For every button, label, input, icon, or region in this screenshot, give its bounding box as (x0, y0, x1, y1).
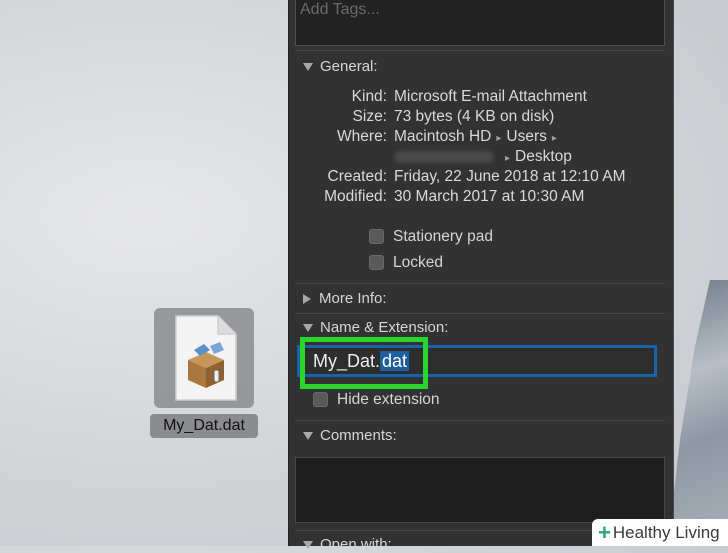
section-more-info-label: More Info: (319, 290, 387, 307)
path-arrow-icon: ▸ (496, 133, 502, 144)
path-volume: Macintosh HD (394, 128, 492, 145)
disclosure-triangle-down-icon (303, 432, 313, 441)
locked-label: Locked (393, 254, 443, 271)
size-label: Size: (352, 108, 387, 125)
section-general-label: General: (320, 58, 378, 75)
section-more-info-toggle[interactable]: More Info: (303, 290, 387, 307)
info-row-created: Created: Friday, 22 June 2018 at 12:10 A… (289, 168, 673, 188)
kind-label: Kind: (351, 88, 387, 105)
modified-value: 30 March 2017 at 10:30 AM (394, 188, 585, 205)
path-arrow-icon: ▸ (505, 153, 511, 164)
watermark-badge: + Healthy Living (592, 519, 728, 546)
kind-value: Microsoft E-mail Attachment (394, 88, 587, 105)
divider (295, 313, 665, 314)
stationery-pad-checkbox[interactable]: Stationery pad (369, 228, 493, 246)
created-value: Friday, 22 June 2018 at 12:10 AM (394, 168, 626, 185)
divider (295, 283, 665, 284)
section-open-with-toggle[interactable]: Open with: (303, 536, 392, 553)
get-info-panel: Add Tags... General: Kind: Microsoft E-m… (288, 0, 674, 553)
divider (295, 420, 665, 421)
section-name-extension-toggle[interactable]: Name & Extension: (303, 319, 448, 336)
disclosure-triangle-right-icon (303, 294, 311, 305)
email-attachment-file-icon (175, 315, 237, 401)
hide-extension-checkbox[interactable]: Hide extension (313, 391, 440, 409)
info-row-where-cont: ▸ Desktop (289, 148, 673, 168)
where-value-cont: ▸ Desktop (394, 148, 572, 166)
info-row-size: Size: 73 bytes (4 KB on disk) (289, 108, 673, 128)
plus-icon: + (598, 520, 611, 545)
highlight-annotation-box (300, 337, 428, 389)
section-name-extension-label: Name & Extension: (320, 319, 449, 336)
info-row-where: Where: Macintosh HD ▸ Users ▸ (289, 128, 673, 148)
path-desktop: Desktop (515, 148, 572, 165)
checkbox-icon[interactable] (369, 229, 384, 245)
created-label: Created: (327, 168, 387, 185)
section-general-toggle[interactable]: General: (303, 58, 378, 75)
disclosure-triangle-down-icon (303, 541, 313, 550)
watermark-text: Healthy Living (612, 523, 720, 542)
modified-label: Modified: (324, 188, 387, 205)
desktop-wallpaper-mountain (668, 280, 728, 546)
stationery-pad-label: Stationery pad (393, 228, 493, 245)
redacted-username (394, 150, 494, 163)
info-row-kind: Kind: Microsoft E-mail Attachment (289, 88, 673, 108)
hide-extension-label: Hide extension (337, 391, 440, 408)
where-label: Where: (337, 128, 387, 145)
checkbox-icon[interactable] (313, 392, 328, 408)
checkbox-icon[interactable] (369, 255, 384, 271)
disclosure-triangle-down-icon (303, 63, 313, 72)
section-open-with-label: Open with: (320, 536, 392, 553)
size-value: 73 bytes (4 KB on disk) (394, 108, 555, 125)
info-row-modified: Modified: 30 March 2017 at 10:30 AM (289, 188, 673, 208)
path-users: Users (506, 128, 547, 145)
where-value: Macintosh HD ▸ Users ▸ (394, 128, 562, 146)
tags-field[interactable]: Add Tags... (295, 0, 665, 46)
desktop-file-icon[interactable]: My_Dat.dat (150, 306, 258, 442)
comments-textarea[interactable] (295, 457, 665, 523)
desktop-file-label: My_Dat.dat (150, 414, 258, 438)
disclosure-triangle-down-icon (303, 324, 313, 333)
section-comments-toggle[interactable]: Comments: (303, 427, 397, 444)
section-comments-label: Comments: (320, 427, 397, 444)
divider (295, 50, 665, 51)
path-arrow-icon: ▸ (551, 133, 557, 144)
tags-placeholder: Add Tags... (300, 1, 380, 18)
locked-checkbox[interactable]: Locked (369, 254, 443, 272)
